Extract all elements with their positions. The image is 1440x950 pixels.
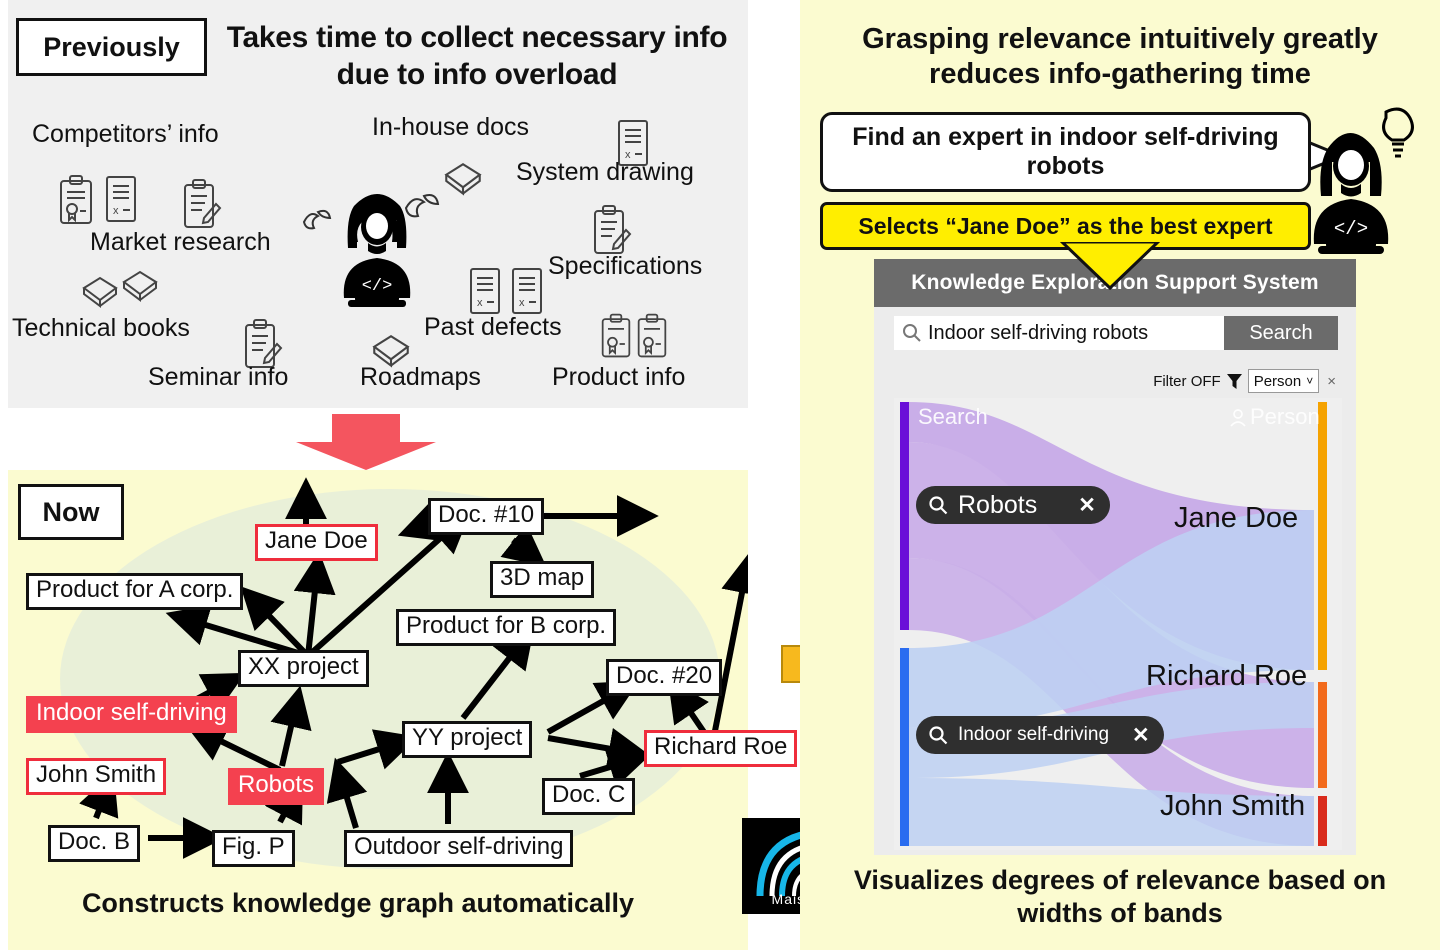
search-button[interactable]: Search	[1224, 316, 1338, 350]
search-row: Indoor self-driving robots Search	[894, 316, 1338, 350]
keyword-chip-label: Robots	[958, 490, 1038, 519]
text-document-icon: x	[106, 176, 136, 222]
selection-banner-text: Selects “Jane Doe” as the best expert	[858, 212, 1273, 239]
graph-node-yy-project[interactable]: YY project	[402, 721, 533, 758]
clipboard-pencil-icon	[184, 179, 222, 228]
svg-text:</>: </>	[1334, 218, 1368, 240]
right-panel-caption: Visualizes degrees of relevance based on…	[853, 865, 1387, 928]
keyword-chip-label: Indoor self-driving	[958, 724, 1110, 745]
svg-text:x: x	[519, 297, 525, 309]
keyword-label: Market research	[90, 228, 271, 256]
graph-node-doc-20[interactable]: Doc. #20	[606, 659, 723, 696]
speech-bubble-text: Find an expert in indoor self-driving ro…	[852, 122, 1279, 181]
previously-badge: Previously	[16, 18, 207, 76]
person-icon	[1230, 409, 1246, 427]
chip-close-icon[interactable]: ✕	[1132, 723, 1150, 748]
graph-node-product-b[interactable]: Product for B corp.	[396, 609, 617, 646]
keyword-chip-indoor-self-driving[interactable]: Indoor self-driving ✕	[916, 716, 1164, 754]
keyword-label: Technical books	[12, 314, 190, 342]
sankey-node-robots-bar	[900, 402, 909, 630]
chip-close-icon[interactable]: ✕	[1078, 493, 1096, 518]
certificate-document-icon	[601, 313, 631, 358]
banner-pointer	[1060, 242, 1160, 290]
flutter-mark-icon	[404, 194, 440, 218]
keyword-label: Roadmaps	[360, 363, 481, 391]
keyword-label: Product info	[552, 363, 686, 391]
entity-type-value: Person	[1253, 372, 1302, 390]
graph-node-product-a[interactable]: Product for A corp.	[26, 573, 244, 610]
graph-node-jane-doe[interactable]: Jane Doe	[255, 524, 378, 561]
sankey-right-header: Person	[1250, 404, 1320, 429]
graph-node-3d-map[interactable]: 3D map	[490, 561, 595, 598]
keyword-label: Specifications	[548, 252, 703, 280]
sankey-node-richard-bar	[1318, 682, 1327, 788]
svg-text:</>: </>	[362, 277, 393, 296]
entity-type-select[interactable]: Person ˅	[1247, 369, 1320, 393]
keyword-chip-robots[interactable]: Robots ✕	[916, 486, 1110, 524]
graph-node-john-smith[interactable]: John Smith	[26, 758, 167, 795]
sankey-diagram: Search Person Jane Doe Richard Roe John …	[894, 398, 1342, 850]
clipboard-pencil-icon	[594, 205, 632, 254]
book-stack-icon	[82, 276, 118, 308]
search-input[interactable]: Indoor self-driving robots	[894, 316, 1224, 350]
book-stack-icon	[444, 163, 482, 196]
certificate-document-icon	[60, 175, 92, 224]
flutter-mark-icon	[302, 209, 332, 230]
graph-node-xx-project[interactable]: XX project	[238, 650, 369, 687]
sankey-node-john-bar	[1318, 796, 1327, 846]
speech-bubble: Find an expert in indoor self-driving ro…	[820, 112, 1311, 192]
funnel-icon[interactable]	[1226, 373, 1242, 390]
keyword-label: Past defects	[424, 313, 562, 341]
graph-node-indoor[interactable]: Indoor self-driving	[26, 696, 237, 733]
keyword-label: Competitors’ info	[32, 120, 219, 148]
search-button-label: Search	[1249, 321, 1313, 344]
sankey-node-label-john-smith[interactable]: John Smith	[1160, 790, 1305, 823]
svg-text:x: x	[477, 297, 483, 309]
previously-title: Takes time to collect necessary info due…	[226, 21, 728, 91]
filter-status-label: Filter OFF	[1153, 372, 1221, 390]
keyword-label: In-house docs	[372, 113, 530, 141]
sankey-node-indoor-bar	[900, 648, 909, 846]
svg-text:x: x	[113, 205, 119, 217]
book-stack-icon	[122, 270, 158, 302]
graph-node-doc-b[interactable]: Doc. B	[48, 825, 141, 862]
right-panel-title: Grasping relevance intuitively greatly r…	[862, 23, 1378, 90]
sankey-node-label-jane-doe[interactable]: Jane Doe	[1174, 502, 1298, 535]
down-arrow-icon	[296, 414, 436, 470]
graph-node-robots[interactable]: Robots	[228, 768, 325, 805]
sankey-canvas	[900, 402, 1327, 846]
filter-row: Filter OFF Person ˅ ×	[894, 368, 1338, 394]
search-icon	[903, 324, 921, 342]
graph-node-outdoor[interactable]: Outdoor self-driving	[344, 830, 574, 867]
sankey-node-jane-bar	[1318, 402, 1327, 670]
graph-node-doc-10[interactable]: Doc. #10	[428, 498, 545, 535]
keyword-label: Seminar info	[148, 363, 289, 391]
certificate-document-icon	[637, 313, 667, 358]
graph-node-fig-p[interactable]: Fig. P	[212, 830, 295, 867]
sankey-node-label-richard-roe[interactable]: Richard Roe	[1146, 660, 1307, 693]
text-document-icon: x	[512, 268, 542, 314]
graph-node-richard-roe[interactable]: Richard Roe	[644, 730, 798, 767]
person-with-idea-icon: </>	[1313, 107, 1414, 254]
search-icon	[929, 495, 948, 514]
graph-node-doc-c[interactable]: Doc. C	[542, 778, 636, 815]
text-document-icon: x	[470, 268, 500, 314]
close-icon[interactable]: ×	[1325, 373, 1338, 390]
chevron-down-icon: ˅	[1306, 374, 1314, 388]
sankey-left-header: Search	[918, 404, 988, 429]
search-input-value: Indoor self-driving robots	[928, 321, 1149, 344]
keyword-label: System drawing	[516, 158, 694, 186]
search-icon	[929, 725, 948, 744]
